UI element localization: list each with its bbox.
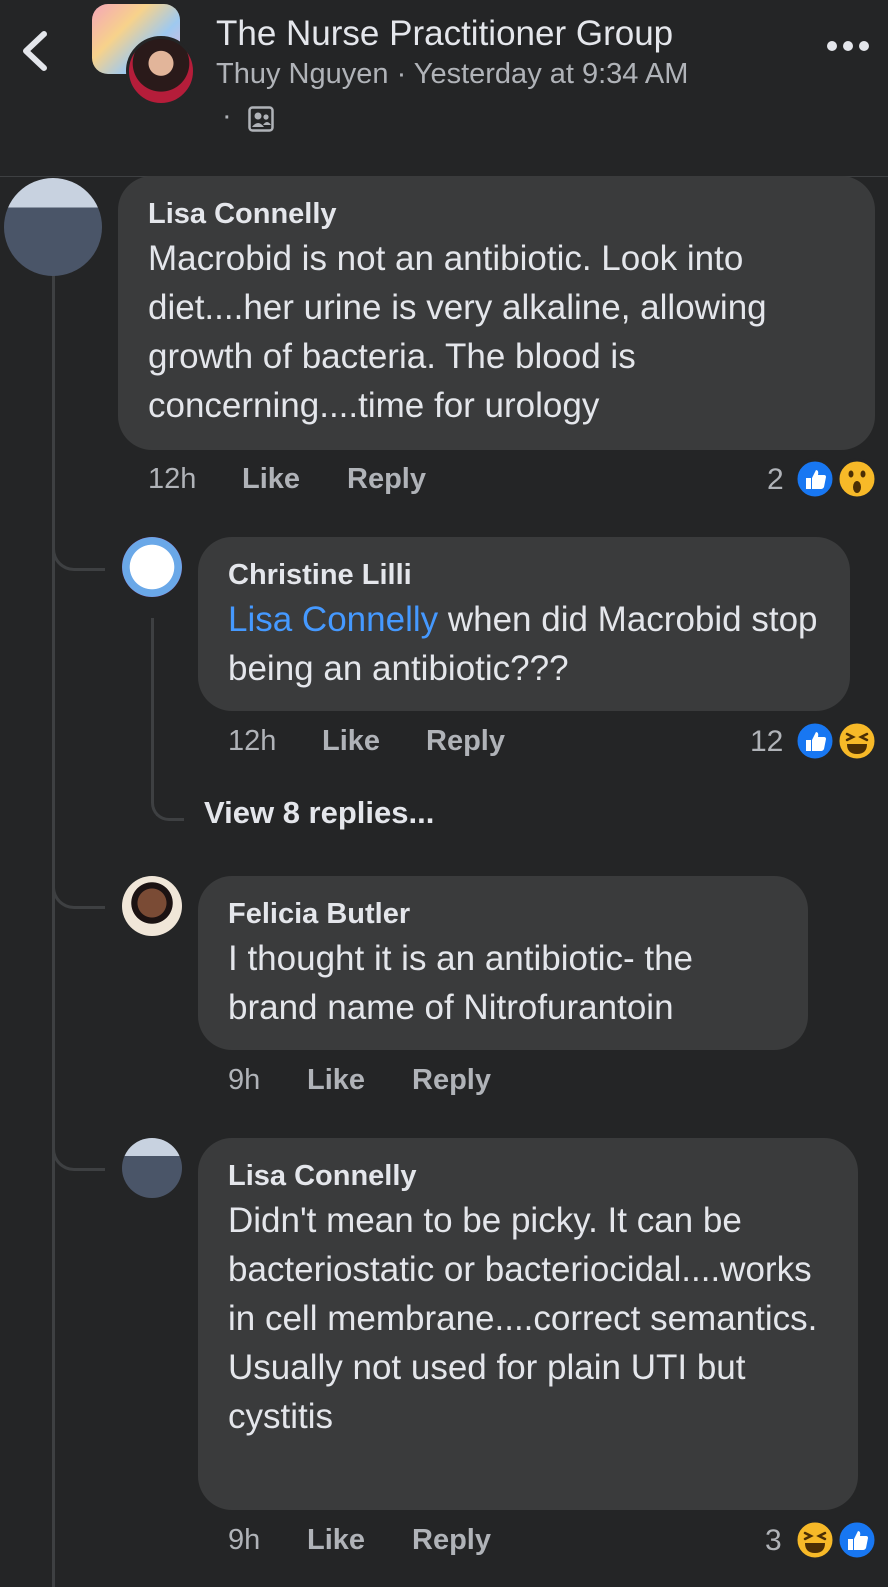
comment-author[interactable]: Lisa Connelly <box>148 194 847 234</box>
byline-separator: · <box>396 58 407 90</box>
post-timestamp[interactable]: Yesterday at 9:34 AM <box>414 58 689 90</box>
comment-author[interactable]: Felicia Butler <box>228 894 780 934</box>
haha-reaction-icon <box>836 720 878 762</box>
comment-author[interactable]: Christine Lilli <box>228 555 822 595</box>
comment-time[interactable]: 12h <box>148 463 196 496</box>
comment-text: Macrobid is not an antibiotic. Look into… <box>148 239 767 425</box>
avatar[interactable] <box>122 876 182 936</box>
comment-text: Lisa Connelly when did Macrobid stop bei… <box>228 595 822 693</box>
thread-connector <box>52 1120 105 1171</box>
reply-thread-line <box>151 618 154 788</box>
comment-text: Didn't mean to be picky. It can be bacte… <box>228 1201 818 1436</box>
reaction-count[interactable]: 2 <box>767 463 784 497</box>
wow-reaction-icon <box>836 458 878 500</box>
thread-connector <box>52 858 105 909</box>
comment-time[interactable]: 12h <box>228 725 276 758</box>
comment-time[interactable]: 9h <box>228 1524 260 1557</box>
thread-connector <box>52 520 105 571</box>
mention-link[interactable]: Lisa Connelly <box>228 600 438 639</box>
comment-bubble: Christine Lilli Lisa Connelly when did M… <box>198 537 850 711</box>
comment-time[interactable]: 9h <box>228 1064 260 1097</box>
like-button[interactable]: Like <box>242 463 300 496</box>
privacy-separator: · <box>222 100 232 132</box>
avatar[interactable] <box>122 1138 182 1198</box>
group-name[interactable]: The Nurse Practitioner Group <box>216 14 673 54</box>
avatar[interactable] <box>4 178 102 276</box>
thread-line <box>52 274 55 1587</box>
comment-bubble: Lisa Connelly Macrobid is not an antibio… <box>118 176 875 450</box>
members-icon <box>248 106 274 132</box>
poster-avatar[interactable] <box>126 36 196 106</box>
reply-button[interactable]: Reply <box>412 1064 491 1097</box>
reply-button[interactable]: Reply <box>412 1524 491 1557</box>
reaction-count[interactable]: 12 <box>750 725 783 759</box>
like-reaction-icon <box>836 1519 878 1561</box>
comment-author[interactable]: Lisa Connelly <box>228 1156 830 1196</box>
poster-name[interactable]: Thuy Nguyen <box>216 58 389 90</box>
avatar[interactable] <box>122 537 182 597</box>
comment-bubble: Lisa Connelly Didn't mean to be picky. I… <box>198 1138 858 1510</box>
like-button[interactable]: Like <box>307 1524 365 1557</box>
reply-button[interactable]: Reply <box>426 725 505 758</box>
like-button[interactable]: Like <box>307 1064 365 1097</box>
reaction-count[interactable]: 3 <box>765 1524 782 1558</box>
haha-reaction-icon <box>794 1519 836 1561</box>
like-button[interactable]: Like <box>322 725 380 758</box>
chevron-left-icon[interactable] <box>14 28 54 74</box>
comment-bubble: Felicia Butler I thought it is an antibi… <box>198 876 808 1050</box>
like-reaction-icon <box>794 458 836 500</box>
reply-button[interactable]: Reply <box>347 463 426 496</box>
view-replies-link[interactable]: View 8 replies... <box>204 795 434 831</box>
more-dots-icon[interactable] <box>826 36 870 56</box>
post-byline: Thuy Nguyen · Yesterday at 9:34 AM <box>216 58 688 91</box>
like-reaction-icon <box>794 720 836 762</box>
reply-connector <box>151 778 184 821</box>
comment-text: I thought it is an antibiotic- the brand… <box>228 939 693 1027</box>
